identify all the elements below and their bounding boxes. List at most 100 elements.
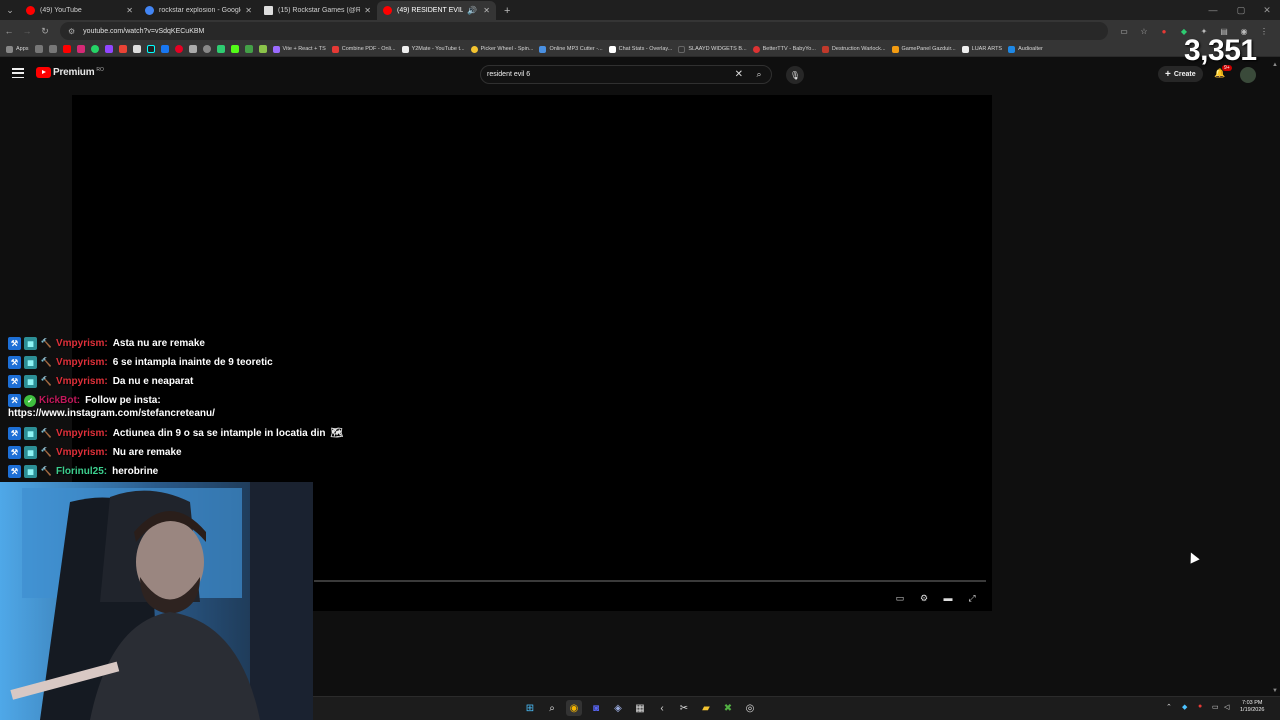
bookmark-item[interactable]: GamePanel Gazduir... xyxy=(891,45,956,53)
steam-icon[interactable]: ◈ xyxy=(610,700,626,716)
x-bookmark-icon[interactable] xyxy=(132,45,141,53)
browser-tab[interactable]: (49) YouTube ✕ xyxy=(20,1,139,20)
tiktok-bookmark-icon[interactable] xyxy=(146,45,155,53)
facebook-bookmark-icon[interactable] xyxy=(160,45,169,53)
maximize-icon[interactable]: ▢ xyxy=(1228,0,1254,20)
hamburger-menu-icon[interactable] xyxy=(12,68,24,78)
twitch-bookmark-icon[interactable] xyxy=(104,45,113,53)
address-bar[interactable]: ⚙ youtube.com/watch?v=vSdqKECuKBM xyxy=(60,22,1108,40)
browser-tab[interactable]: (15) Rockstar Games (@Rocksta ✕ xyxy=(258,1,377,20)
chrome-icon[interactable]: ◉ xyxy=(566,700,582,716)
region-code: RO xyxy=(96,67,104,73)
moderator-badge-icon: ⚒ xyxy=(8,394,21,407)
tool-bookmark-icon[interactable] xyxy=(188,45,197,53)
bookmark-icon[interactable] xyxy=(216,45,225,53)
bookmark-item[interactable]: Vite + React + TS xyxy=(272,45,326,53)
moderator-badge-icon: ⚒ xyxy=(8,446,21,459)
network-icon[interactable]: ▭ xyxy=(1212,703,1219,711)
close-tab-icon[interactable]: ✕ xyxy=(364,6,371,15)
pinterest-bookmark-icon[interactable] xyxy=(174,45,183,53)
globe-bookmark-icon[interactable] xyxy=(202,45,211,53)
extension-icon[interactable]: ● xyxy=(1156,23,1172,39)
windows-taskbar xyxy=(313,696,1280,720)
whatsapp-bookmark-icon[interactable] xyxy=(90,45,99,53)
chat-text: Nu are remake xyxy=(112,447,182,458)
chat-text: herobrine xyxy=(112,466,159,477)
close-tab-icon[interactable]: ✕ xyxy=(483,6,490,15)
bookmark-item[interactable]: Destruction Warlock... xyxy=(821,45,886,53)
browser-tab[interactable]: rockstar explosion - Google Se ✕ xyxy=(139,1,258,20)
microphone-tray-icon[interactable]: ● xyxy=(1198,703,1202,710)
webcam-overlay xyxy=(0,482,313,720)
new-tab-button[interactable]: + xyxy=(496,1,518,20)
forward-icon[interactable]: → xyxy=(18,22,36,40)
subscriber-badge-icon: ▦ xyxy=(24,427,37,440)
url-text: youtube.com/watch?v=vSdqKECuKBM xyxy=(83,27,205,35)
taskbar-clock[interactable]: 7:03 PM 1/19/2026 xyxy=(1240,700,1264,714)
close-tab-icon[interactable]: ✕ xyxy=(245,6,252,15)
install-app-icon[interactable]: ▭ xyxy=(1116,23,1132,39)
scroll-up-arrow-icon[interactable]: ▲ xyxy=(1272,62,1278,68)
bookmark-item[interactable]: SLAAYD WIDGETS B... xyxy=(678,45,747,53)
bookmark-item[interactable]: Chat Stats - Overlay... xyxy=(608,45,672,53)
bookmark-item[interactable]: Picker Wheel - Spin... xyxy=(470,45,533,53)
bookmark-item[interactable]: Combine PDF - Onli... xyxy=(331,45,396,53)
chat-message: ⚒ ▦ 🔨 Vmpyrism: 6 se intampla inainte de… xyxy=(8,356,273,369)
scroll-down-arrow-icon[interactable]: ▼ xyxy=(1272,688,1278,694)
tab-search-icon[interactable]: ⌄ xyxy=(0,0,20,20)
taskbar-search-icon[interactable]: ⌕ xyxy=(544,700,560,716)
theater-mode-icon[interactable]: ▬ xyxy=(941,591,955,605)
bookmark-item[interactable]: BetterTTV - BabyYo... xyxy=(752,45,816,53)
tray-app-icon[interactable]: ◆ xyxy=(1182,703,1187,711)
gamepanel-icon xyxy=(891,45,899,53)
discord-icon[interactable]: ◙ xyxy=(588,700,604,716)
bookmark-star-icon[interactable]: ☆ xyxy=(1136,23,1152,39)
close-window-icon[interactable]: ✕ xyxy=(1254,0,1280,20)
bookmark-item[interactable]: Online MP3 Cutter -... xyxy=(539,45,603,53)
tray-overflow-icon[interactable]: ⌃ xyxy=(1166,703,1172,711)
avatar[interactable] xyxy=(1240,67,1256,83)
gmail-bookmark-icon[interactable] xyxy=(118,45,127,53)
chat-username: Vmpyrism: xyxy=(56,428,108,439)
moderator-badge-icon: ⚒ xyxy=(8,375,21,388)
video-progress-bar[interactable] xyxy=(314,580,986,582)
reload-icon[interactable]: ↻ xyxy=(36,22,54,40)
search-input[interactable]: resident evil 6 ✕ ⌕ xyxy=(480,65,772,84)
minimize-icon[interactable]: — xyxy=(1200,0,1226,20)
clear-search-icon[interactable]: ✕ xyxy=(735,69,743,80)
capcut-icon[interactable]: ✂ xyxy=(676,700,692,716)
calculator-icon[interactable]: ▦ xyxy=(632,700,648,716)
bookmark-icon[interactable] xyxy=(48,45,57,53)
youtube-bookmark-icon[interactable] xyxy=(62,45,71,53)
bookmark-item[interactable]: Y2Mate - YouTube t... xyxy=(401,45,465,53)
bookmark-icon[interactable] xyxy=(34,45,43,53)
kick-bookmark-icon[interactable] xyxy=(230,45,239,53)
xbox-icon[interactable]: ✖ xyxy=(720,700,736,716)
fullscreen-icon[interactable]: ⤢ xyxy=(965,591,979,605)
settings-gear-icon[interactable]: ⚙ xyxy=(917,591,931,605)
microphone-icon[interactable]: 🎙 xyxy=(786,66,804,84)
bookmark-item[interactable]: Audioalter xyxy=(1008,45,1043,53)
back-icon[interactable]: ← xyxy=(0,22,18,40)
bookmark-icon[interactable] xyxy=(258,45,267,53)
browser-toolbar: ← → ↻ ⚙ youtube.com/watch?v=vSdqKECuKBM … xyxy=(0,20,1280,42)
create-button[interactable]: + Create xyxy=(1158,66,1203,82)
youtube-logo[interactable]: Premium RO xyxy=(36,67,104,78)
obs-icon[interactable]: ◎ xyxy=(742,700,758,716)
bookmark-item[interactable]: LUAR ARTS xyxy=(961,45,1002,53)
browser-tab-active[interactable]: (49) RESIDENT EVIL 6 Gam 🔊 ✕ xyxy=(377,1,496,20)
volume-icon[interactable]: ◁ xyxy=(1224,703,1229,711)
instagram-bookmark-icon[interactable] xyxy=(76,45,85,53)
close-tab-icon[interactable]: ✕ xyxy=(126,6,133,15)
app-icon[interactable]: ‹ xyxy=(654,700,670,716)
site-info-icon[interactable]: ⚙ xyxy=(68,27,75,36)
stream-counter-overlay: 3,351 xyxy=(1184,34,1257,67)
subtitles-icon[interactable]: ▭ xyxy=(893,591,907,605)
windows-start-icon[interactable]: ⊞ xyxy=(522,700,538,716)
bookmark-icon[interactable] xyxy=(244,45,253,53)
bookmark-apps[interactable]: Apps xyxy=(6,45,29,53)
browser-menu-icon[interactable]: ⋮ xyxy=(1256,23,1272,39)
search-icon[interactable]: ⌕ xyxy=(747,66,771,83)
file-explorer-icon[interactable]: ▰ xyxy=(698,700,714,716)
clock-time: 7:03 PM xyxy=(1241,700,1263,706)
